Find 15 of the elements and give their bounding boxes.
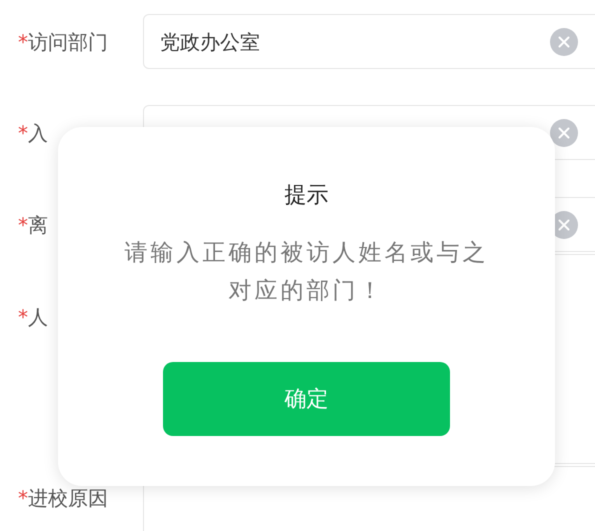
dialog-message: 请输入正确的被访人姓名或与之对应的部门！ <box>124 239 490 306</box>
field-label: 进校原因 <box>28 485 108 512</box>
clear-icon[interactable] <box>550 28 578 56</box>
field-label: 人 <box>28 304 48 331</box>
field-label: 离 <box>28 212 48 238</box>
required-mark: * <box>18 212 28 238</box>
required-mark: * <box>18 304 28 331</box>
input-field[interactable]: 党政办公室 <box>143 14 595 69</box>
required-mark: * <box>18 28 28 56</box>
dialog-title: 提示 <box>284 182 328 210</box>
required-mark: * <box>18 485 28 512</box>
clear-icon[interactable] <box>550 118 578 146</box>
field-label: 入 <box>28 120 48 146</box>
required-mark: * <box>18 120 28 146</box>
field-label: 访问部门 <box>28 28 108 56</box>
